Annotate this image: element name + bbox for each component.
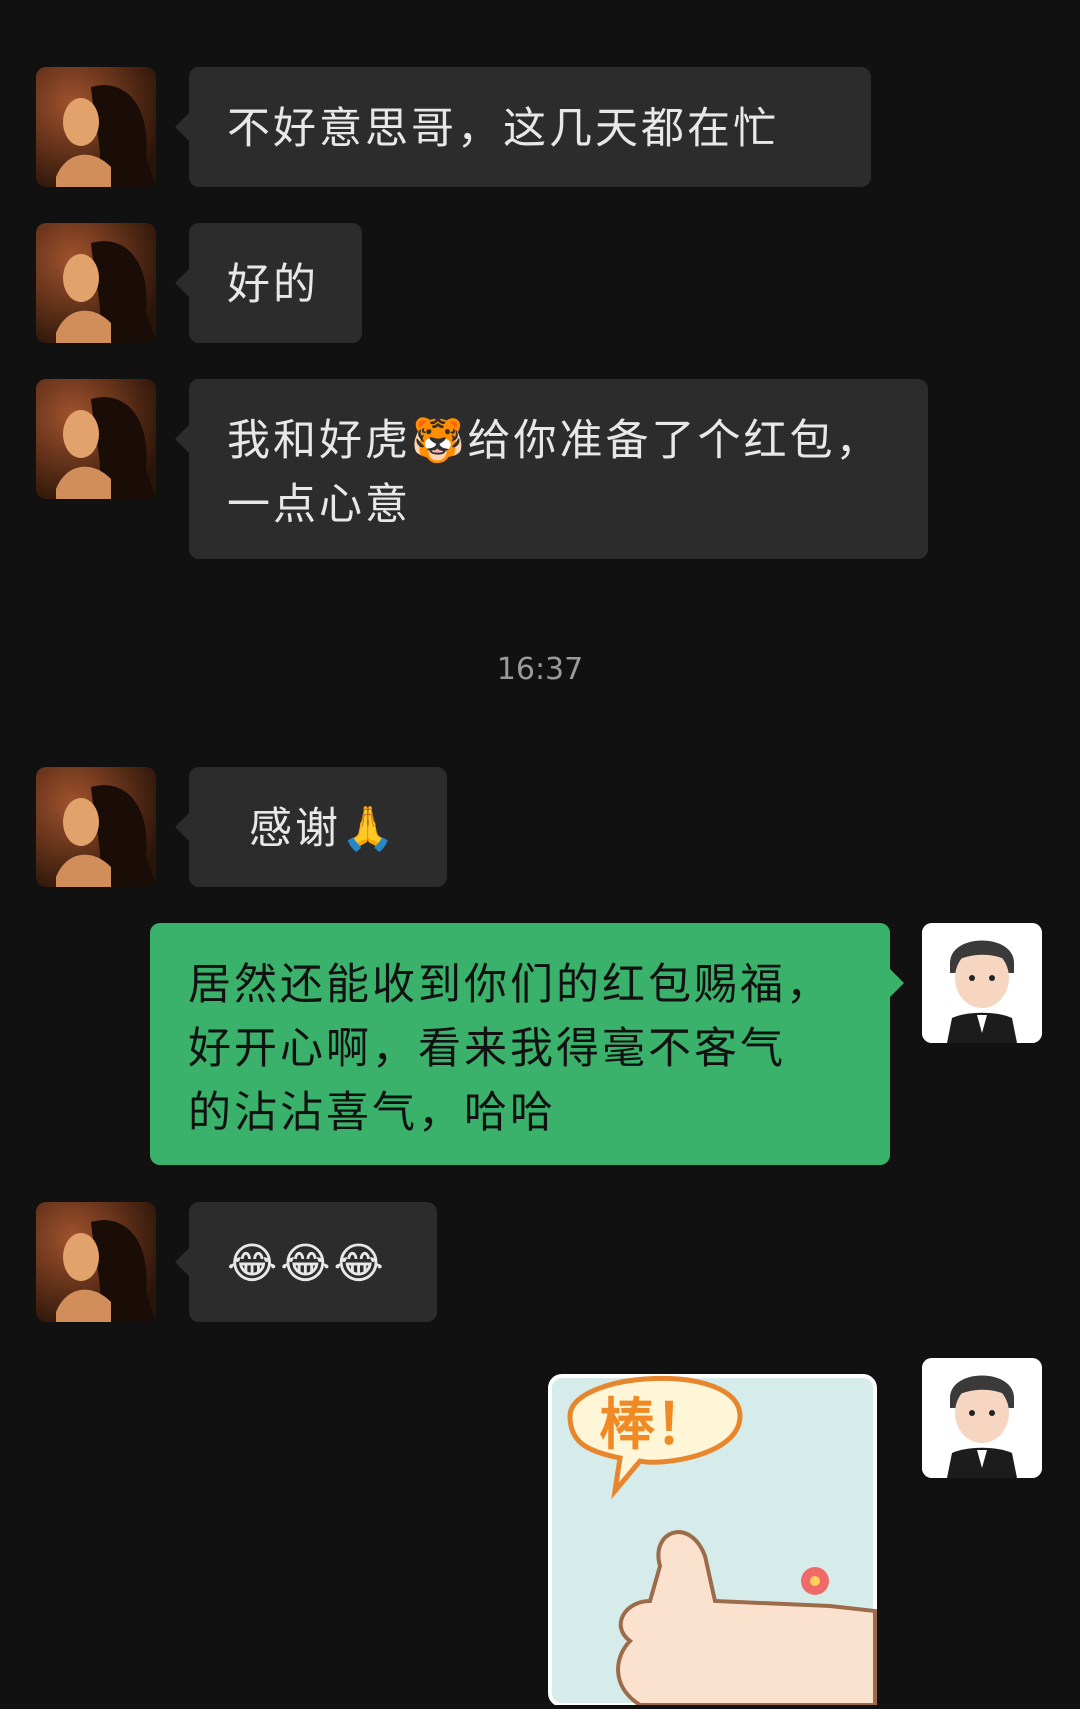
woman-portrait-icon (36, 767, 156, 887)
woman-portrait-icon (36, 67, 156, 187)
contact-avatar[interactable] (36, 1202, 156, 1322)
sticker-text: 棒！ (599, 1393, 711, 1458)
self-avatar[interactable] (922, 923, 1042, 1043)
message-line: 一点心意 (227, 480, 411, 530)
woman-portrait-icon (36, 379, 156, 499)
message-line: 居然还能收到你们的红包赐福， (188, 960, 832, 1010)
woman-portrait-icon (36, 1202, 156, 1322)
self-avatar[interactable] (922, 1358, 1042, 1478)
cartoon-man-avatar-icon (922, 1358, 1042, 1478)
message-line: 我和好虎🐯给你准备了个红包， (227, 416, 882, 466)
message-bubble-4[interactable]: 感谢🙏 (175, 767, 447, 887)
message-bubble-2[interactable]: 好的 (175, 223, 362, 343)
contact-avatar[interactable] (36, 767, 156, 887)
message-text: 好的 (227, 260, 319, 310)
message-bubble-6[interactable]: 😂😂😂 (175, 1202, 437, 1322)
message-text: 不好意思哥，这几天都在忙 (227, 104, 779, 154)
message-line: 好开心啊，看来我得毫不客气 (188, 1024, 786, 1074)
contact-avatar[interactable] (36, 379, 156, 499)
message-bubble-1[interactable]: 不好意思哥，这几天都在忙 (175, 67, 871, 187)
thumbs-up-sticker[interactable]: 棒！ (530, 1356, 880, 1707)
message-bubble-3[interactable]: 我和好虎🐯给你准备了个红包， 一点心意 (175, 379, 928, 559)
contact-avatar[interactable] (36, 223, 156, 343)
timestamp: 16:37 (496, 652, 584, 687)
contact-avatar[interactable] (36, 67, 156, 187)
cartoon-man-avatar-icon (922, 923, 1042, 1043)
thumbs-up-icon: 棒！ (548, 1374, 877, 1707)
message-text: 感谢🙏 (249, 804, 398, 854)
laugh-emoji-text: 😂😂😂 (227, 1239, 387, 1289)
message-line: 的沾沾喜气，哈哈 (188, 1088, 556, 1138)
woman-portrait-icon (36, 223, 156, 343)
message-bubble-5[interactable]: 居然还能收到你们的红包赐福， 好开心啊，看来我得毫不客气 的沾沾喜气，哈哈 (150, 923, 904, 1165)
